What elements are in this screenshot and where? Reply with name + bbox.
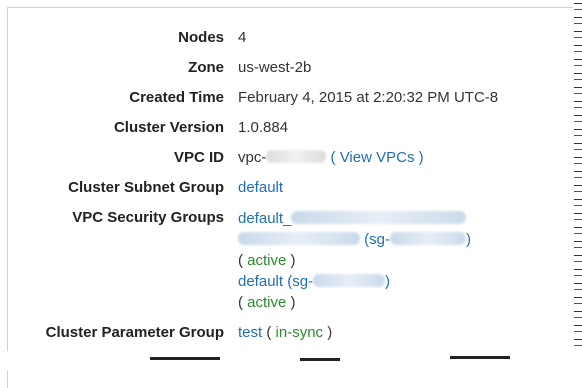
zone-value: us-west-2b xyxy=(238,59,312,76)
vpc-close-paren: ) xyxy=(418,149,424,166)
row-vpc-id: VPC ID vpc- ( View VPCs ) xyxy=(8,148,573,168)
param-open-paren: ( xyxy=(266,324,272,341)
redacted-group-name-cont xyxy=(238,232,360,245)
vpc-id-value: vpc- ( View VPCs ) xyxy=(238,148,573,168)
status-active-1: active xyxy=(247,252,287,269)
close-paren-2: ) xyxy=(290,294,296,311)
redacted-group-name xyxy=(291,211,467,224)
security-group-2-status: ( active ) xyxy=(238,292,573,313)
created-time-value: February 4, 2015 at 2:20:32 PM UTC-8 xyxy=(238,89,499,106)
torn-edge-bottom xyxy=(0,351,582,371)
open-paren: ( xyxy=(238,252,243,269)
security-group-2-prefix: default (sg- xyxy=(238,273,314,290)
vpc-security-groups-value: default_ (sg-) ( active ) default (sg-) … xyxy=(238,208,573,313)
security-group-2-link[interactable]: default (sg-) xyxy=(238,273,390,290)
cluster-parameter-group-label: Cluster Parameter Group xyxy=(45,324,224,341)
param-close-paren: ) xyxy=(327,324,333,341)
security-group-1-line-1: default_ xyxy=(238,208,573,229)
cluster-properties: Nodes 4 Zone us-west-2b Created Time Feb… xyxy=(8,28,573,353)
nodes-label: Nodes xyxy=(178,29,224,46)
security-group-1-sg-suffix: ) xyxy=(466,231,472,248)
cluster-subnet-group-link[interactable]: default xyxy=(238,179,283,196)
torn-edge-right xyxy=(574,0,582,371)
vpc-open-paren: ( xyxy=(330,149,336,166)
torn-mark xyxy=(150,357,220,360)
parameter-status: in-sync xyxy=(275,324,324,341)
redacted-sg-id xyxy=(390,232,467,245)
security-group-2-line: default (sg-) xyxy=(238,271,573,292)
torn-mark xyxy=(450,356,510,359)
row-vpc-security-groups: VPC Security Groups default_ (sg-) ( act… xyxy=(8,208,573,313)
close-paren: ) xyxy=(290,252,296,269)
security-group-1-prefix: default_ xyxy=(238,210,292,227)
cluster-version-value: 1.0.884 xyxy=(238,119,289,136)
cluster-details-panel: Nodes 4 Zone us-west-2b Created Time Feb… xyxy=(7,7,573,388)
redacted-sg-id-2 xyxy=(313,274,386,287)
cluster-subnet-group-label: Cluster Subnet Group xyxy=(68,179,224,196)
cluster-parameter-group-link[interactable]: test xyxy=(238,324,262,341)
row-cluster-subnet-group: Cluster Subnet Group default xyxy=(8,178,573,198)
row-nodes: Nodes 4 xyxy=(8,28,573,48)
vpc-id-prefix: vpc- xyxy=(238,149,267,166)
row-cluster-parameter-group: Cluster Parameter Group test ( in-sync ) xyxy=(8,323,573,343)
vpc-id-label: VPC ID xyxy=(173,149,224,166)
vpc-security-groups-label: VPC Security Groups xyxy=(72,209,224,226)
status-active-2: active xyxy=(247,294,287,311)
security-group-1-link-cont[interactable]: (sg-) xyxy=(238,231,471,248)
torn-mark xyxy=(300,358,340,361)
row-cluster-version: Cluster Version 1.0.884 xyxy=(8,118,573,138)
cluster-parameter-group-value: test ( in-sync ) xyxy=(238,323,573,343)
row-created-time: Created Time February 4, 2015 at 2:20:32… xyxy=(8,88,573,108)
cluster-version-label: Cluster Version xyxy=(113,119,224,136)
security-group-1-line-2: (sg-) xyxy=(238,229,573,250)
created-time-label: Created Time xyxy=(129,89,224,106)
zone-label: Zone xyxy=(188,59,224,76)
security-group-1-link[interactable]: default_ xyxy=(238,210,467,227)
nodes-value: 4 xyxy=(238,29,247,46)
row-zone: Zone us-west-2b xyxy=(8,58,573,78)
security-group-1-status: ( active ) xyxy=(238,250,573,271)
open-paren-2: ( xyxy=(238,294,243,311)
view-vpcs-link[interactable]: View VPCs xyxy=(340,149,415,166)
security-group-1-sg-prefix: (sg- xyxy=(364,231,391,248)
redacted-vpc-id xyxy=(266,150,327,163)
security-group-2-suffix: ) xyxy=(385,273,391,290)
